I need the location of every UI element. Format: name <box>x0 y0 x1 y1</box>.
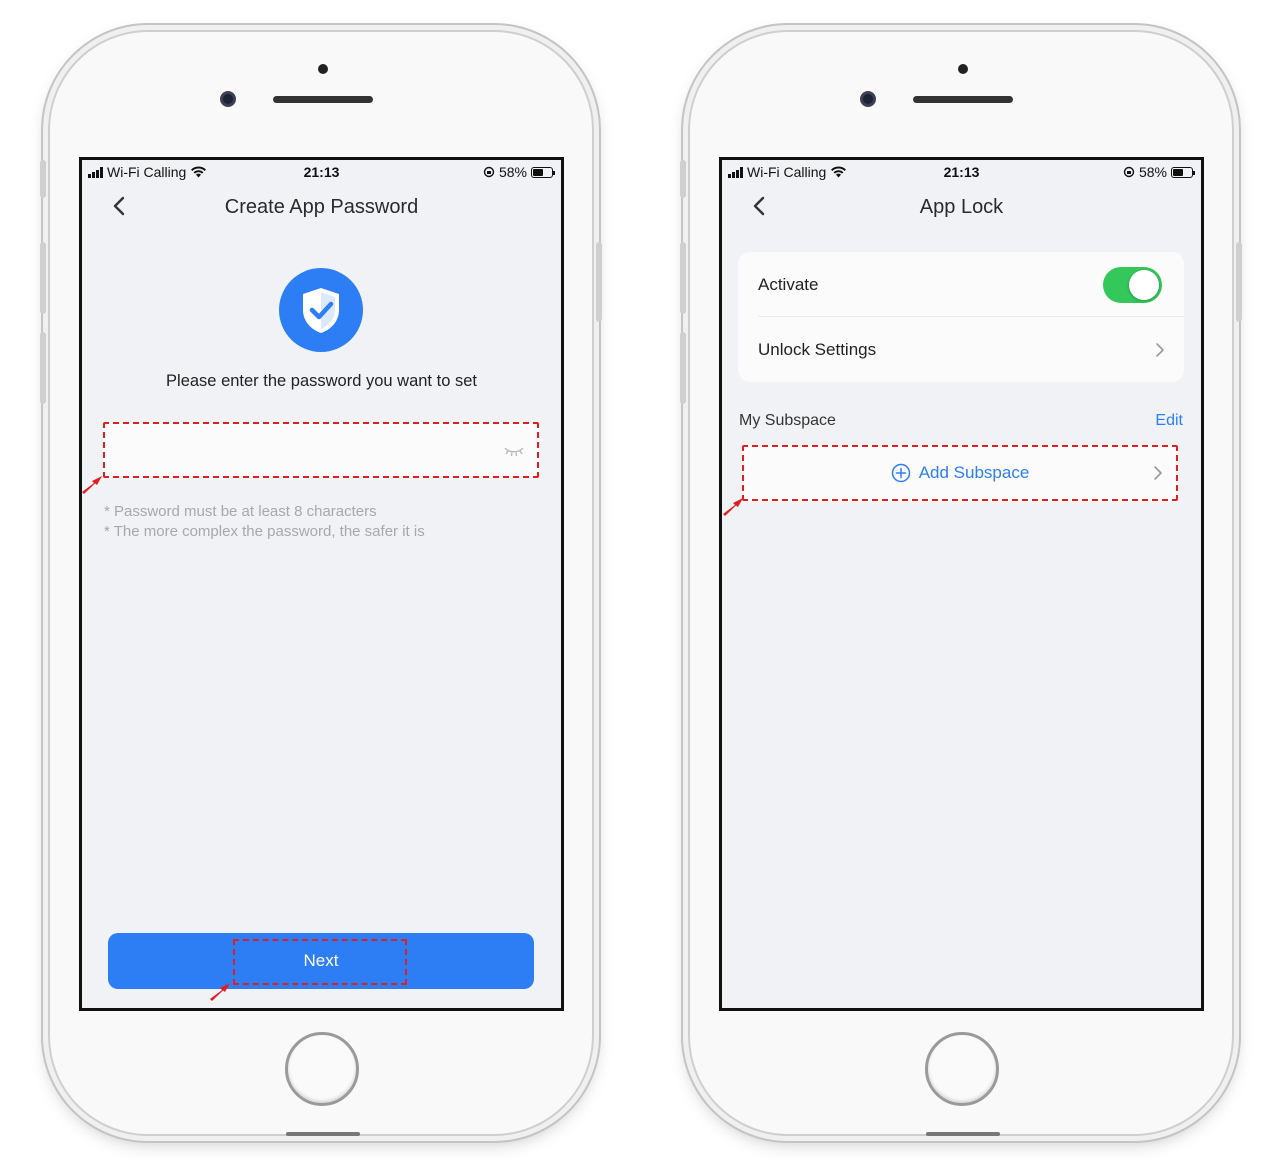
proximity-sensor <box>958 64 968 74</box>
phone-frame-left: Wi-Fi Calling 21:13 58% Create App Passw… <box>40 30 602 1136</box>
screen-app-lock: Wi-Fi Calling 21:13 58% App Lock Activat… <box>719 157 1204 1011</box>
bottom-edge <box>926 1132 1000 1136</box>
add-subspace-row[interactable]: Add Subspace <box>742 445 1178 501</box>
hint-line: * Password must be at least 8 characters <box>104 503 377 520</box>
front-camera <box>860 91 876 107</box>
activate-row: Activate <box>738 252 1184 317</box>
settings-card: Activate Unlock Settings <box>738 252 1184 382</box>
password-prompt: Please enter the password you want to se… <box>166 372 477 390</box>
annotation-arrow-icon <box>210 983 230 1001</box>
activate-toggle[interactable] <box>1103 267 1162 303</box>
status-bar: Wi-Fi Calling 21:13 58% <box>82 160 561 184</box>
annotation-arrow-icon <box>82 476 102 494</box>
plus-circle-icon <box>891 463 910 483</box>
mute-switch <box>680 160 686 198</box>
chevron-right-icon <box>1156 343 1164 357</box>
shield-check-icon <box>279 268 363 352</box>
phone-frame-right: Wi-Fi Calling 21:13 58% App Lock Activat… <box>680 30 1242 1136</box>
earpiece-speaker <box>273 96 373 103</box>
mute-switch <box>40 160 46 198</box>
earpiece-speaker <box>913 96 1013 103</box>
status-bar: Wi-Fi Calling 21:13 58% <box>722 160 1201 184</box>
proximity-sensor <box>318 64 328 74</box>
password-hints: * Password must be at least 8 characters… <box>104 502 425 542</box>
unlock-settings-label: Unlock Settings <box>758 339 877 359</box>
battery-percent: 58% <box>498 164 527 180</box>
power-button <box>596 242 602 322</box>
page-title: App Lock <box>919 196 1004 218</box>
orientation-lock-icon <box>483 166 495 178</box>
unlock-settings-row[interactable]: Unlock Settings <box>738 317 1184 382</box>
battery-percent: 58% <box>1138 164 1167 180</box>
nav-bar: App Lock <box>722 184 1201 230</box>
orientation-lock-icon <box>1123 166 1135 178</box>
bottom-edge <box>286 1132 360 1136</box>
add-subspace-label: Add Subspace <box>918 463 1030 482</box>
front-camera <box>220 91 236 107</box>
home-button[interactable] <box>925 1032 999 1106</box>
eye-off-icon[interactable] <box>503 444 525 458</box>
volume-down-button <box>680 332 686 404</box>
page-title: Create App Password <box>224 196 419 218</box>
power-button <box>1236 242 1242 322</box>
battery-icon <box>531 166 555 178</box>
battery-icon <box>1171 166 1195 178</box>
volume-up-button <box>40 242 46 314</box>
chevron-right-icon <box>1154 466 1162 480</box>
password-input[interactable] <box>103 422 539 478</box>
next-highlight-box <box>233 939 407 985</box>
annotation-arrow-icon <box>723 498 743 516</box>
section-title-my-subspace: My Subspace <box>739 412 836 429</box>
activate-label: Activate <box>758 274 819 294</box>
volume-down-button <box>40 332 46 404</box>
home-button[interactable] <box>285 1032 359 1106</box>
screen-create-password: Wi-Fi Calling 21:13 58% Create App Passw… <box>79 157 564 1011</box>
edit-link[interactable]: Edit <box>1155 412 1183 430</box>
volume-up-button <box>680 242 686 314</box>
nav-bar: Create App Password <box>82 184 561 230</box>
hint-line: * The more complex the password, the saf… <box>104 523 425 540</box>
